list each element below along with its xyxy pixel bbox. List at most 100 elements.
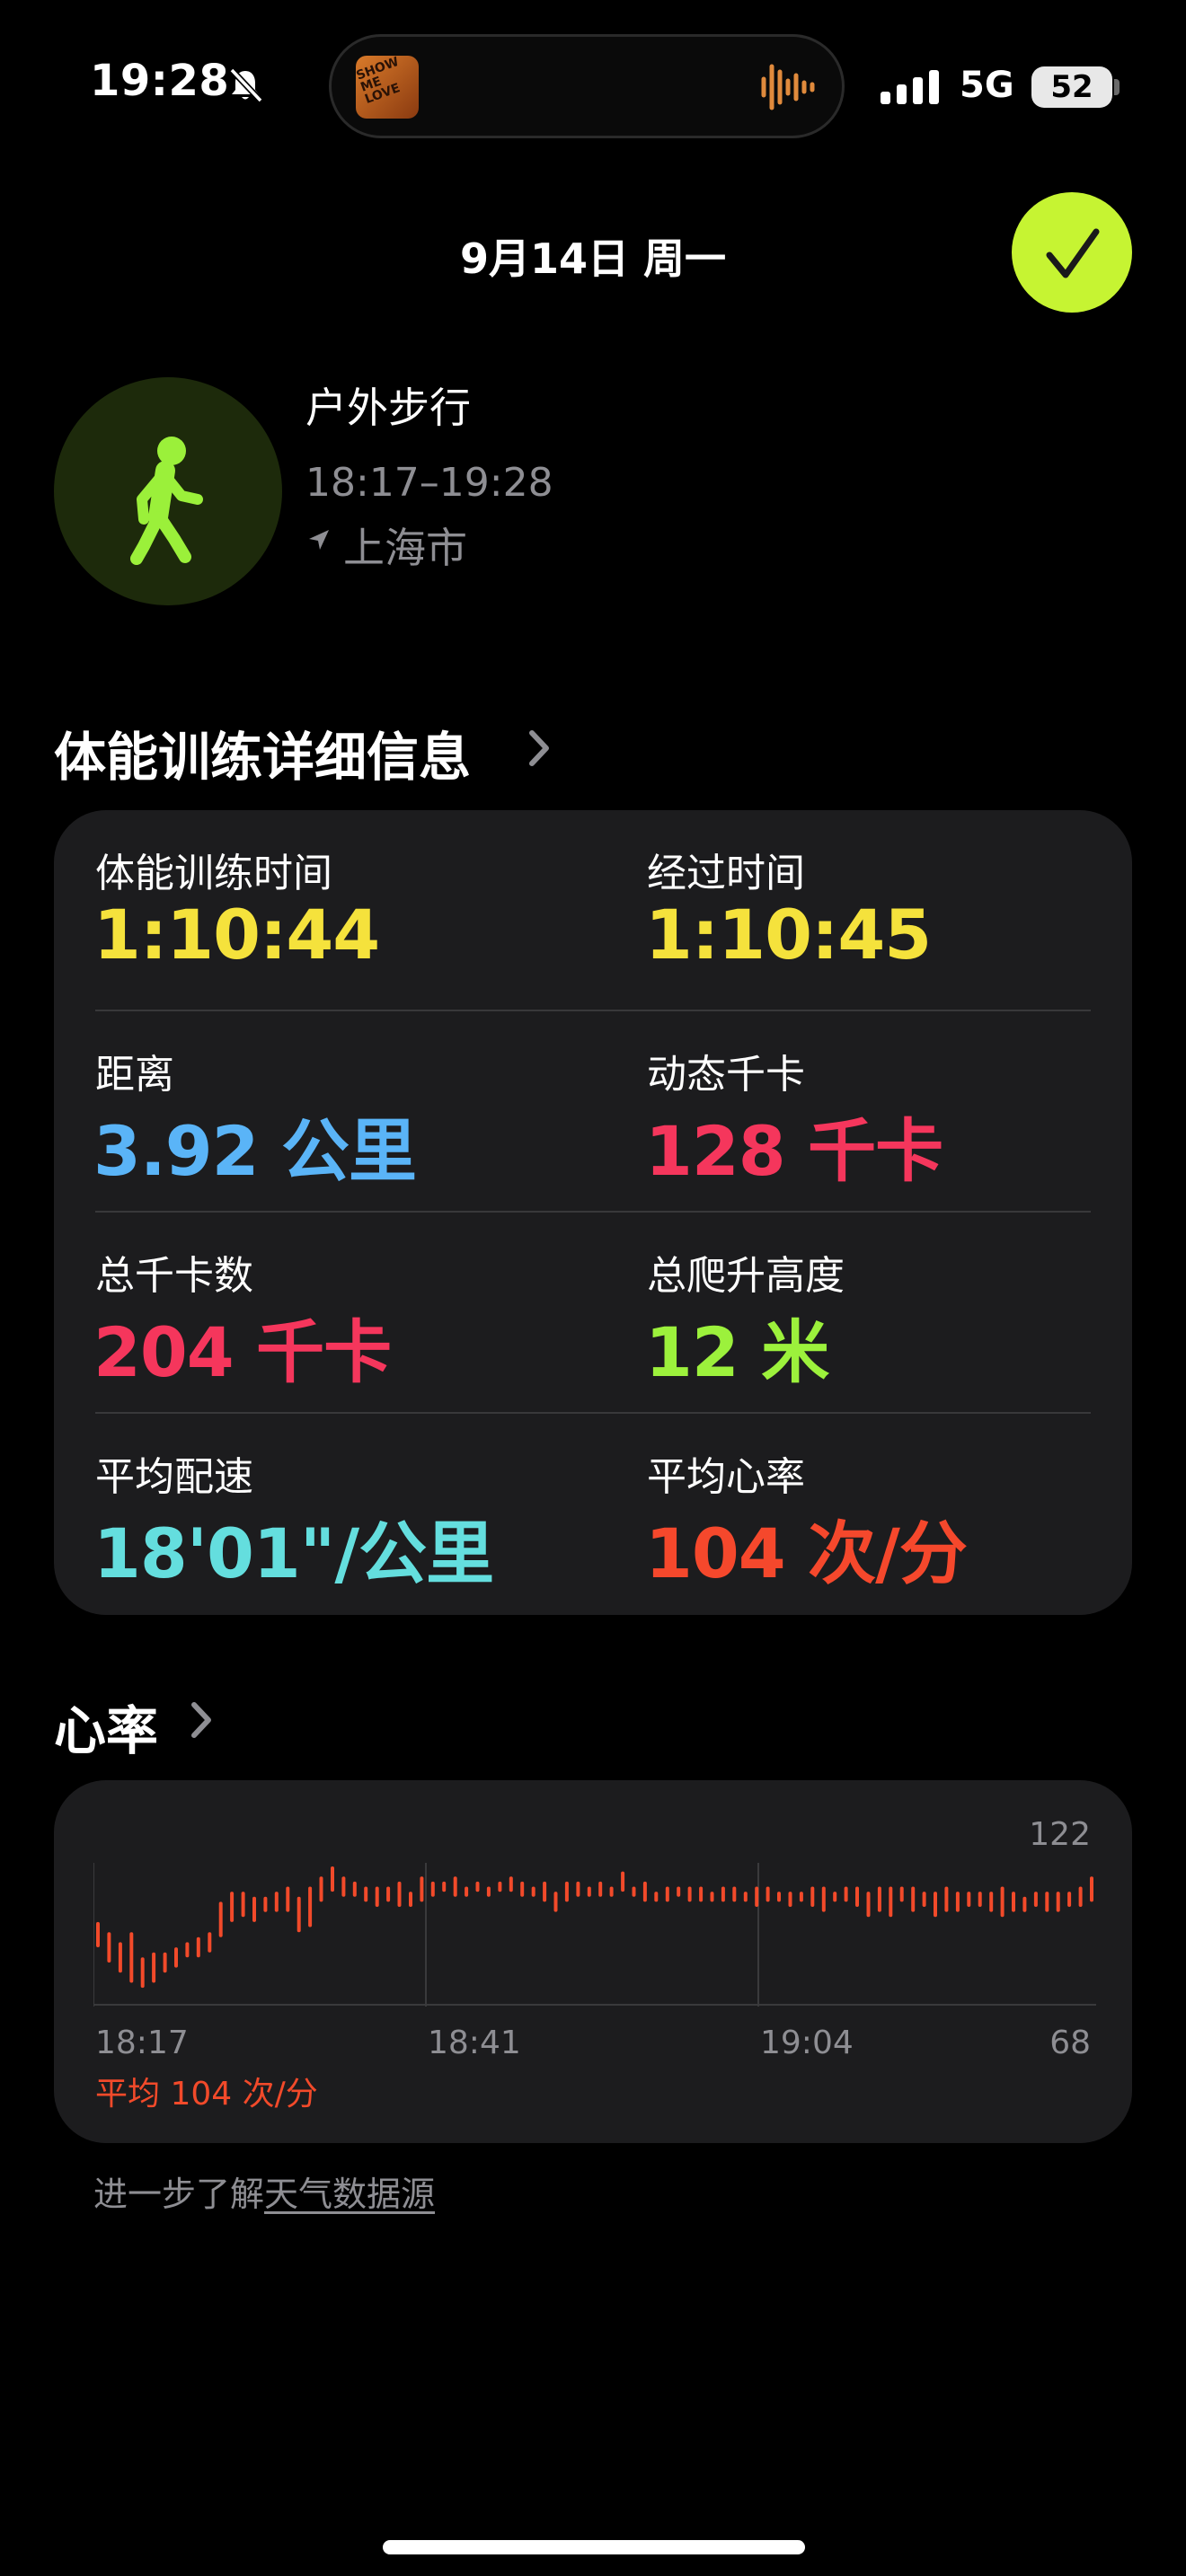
metric-label-active-kcal: 动态千卡 <box>647 1052 805 1098</box>
hr-bar <box>241 1892 245 1918</box>
metric-value-workout-time: 1:10:44 <box>93 895 380 975</box>
heart-rate-chart <box>93 1863 1096 2007</box>
hr-bar <box>654 1892 659 1902</box>
workout-location: 上海市 <box>343 524 467 572</box>
hr-bar <box>218 1901 223 1937</box>
hr-x-label: 18:17 <box>95 2025 189 2061</box>
metric-label-distance: 距离 <box>95 1052 174 1098</box>
hr-bar <box>409 1892 412 1907</box>
hr-bar <box>453 1876 457 1897</box>
hr-bar <box>677 1886 681 1897</box>
hr-bar <box>430 1881 435 1897</box>
hr-bar <box>710 1892 714 1902</box>
done-button[interactable] <box>1012 192 1132 313</box>
album-art[interactable]: SHOW ME LOVE <box>356 56 419 119</box>
metric-value-avg-heart-rate: 104 次/分 <box>645 1513 968 1593</box>
hr-bar <box>364 1886 368 1902</box>
hr-bar <box>163 1952 167 1973</box>
battery-tip <box>1114 79 1120 95</box>
chevron-right-icon[interactable] <box>187 1699 214 1741</box>
network-type: 5G <box>960 65 1014 106</box>
hr-bar <box>833 1892 837 1902</box>
details-section-title[interactable]: 体能训练详细信息 <box>54 715 471 790</box>
metric-value-elevation-gain: 12 米 <box>645 1312 829 1392</box>
heart-rate-card[interactable]: 122 18:17 18:41 19:04 68 平均 104 次/分 <box>54 1780 1132 2143</box>
divider <box>95 1010 1091 1011</box>
hr-bar <box>1000 1886 1005 1918</box>
hr-bar <box>196 1936 200 1958</box>
weather-source-prefix: 进一步了解 <box>93 2175 265 2214</box>
metric-label-avg-heart-rate: 平均心率 <box>647 1454 805 1500</box>
hr-bar <box>486 1886 491 1897</box>
hr-bar <box>319 1876 323 1902</box>
hr-bar <box>877 1886 881 1912</box>
metric-label-workout-time: 体能训练时间 <box>95 851 332 896</box>
hr-bar <box>922 1892 926 1907</box>
location-arrow-icon <box>309 530 329 550</box>
hr-bar <box>799 1892 803 1902</box>
hr-bar <box>732 1886 737 1902</box>
audio-waveform-icon <box>761 64 815 110</box>
hr-bar <box>375 1886 379 1907</box>
hr-bar <box>208 1932 212 1953</box>
silent-bell-icon <box>229 67 263 103</box>
hr-bar <box>1056 1892 1060 1912</box>
hr-bar <box>1022 1896 1027 1912</box>
hr-bar <box>465 1886 469 1897</box>
walking-figure-icon <box>130 437 203 565</box>
hr-bar <box>978 1892 982 1907</box>
hr-min-label: 68 <box>1049 2025 1091 2061</box>
hr-bar <box>397 1881 402 1907</box>
details-card: 体能训练时间 1:10:44 经过时间 1:10:45 距离 3.92 公里 动… <box>54 810 1132 1615</box>
metric-value-avg-pace: 18'01"/公里 <box>93 1513 494 1593</box>
metric-value-elapsed-time: 1:10:45 <box>645 895 932 975</box>
heart-rate-section-title[interactable]: 心率 <box>54 1689 158 1764</box>
hr-x-label: 18:41 <box>428 2025 521 2061</box>
hr-bar <box>331 1866 334 1892</box>
hr-bar <box>844 1886 848 1902</box>
hr-bar <box>520 1881 525 1897</box>
hr-bar <box>766 1886 770 1902</box>
metric-label-total-kcal: 总千卡数 <box>95 1253 253 1299</box>
weather-source-link[interactable]: 天气数据源 <box>264 2175 435 2214</box>
page-title: 9月14日 周一 <box>459 234 727 283</box>
hr-bar <box>1033 1892 1038 1907</box>
hr-bar <box>944 1886 949 1912</box>
hr-bar <box>296 1896 301 1933</box>
hr-bar <box>810 1886 815 1907</box>
hr-bar <box>665 1886 669 1902</box>
hr-bar <box>140 1957 145 1989</box>
hr-bar <box>1090 1876 1093 1902</box>
hr-bar <box>687 1886 692 1902</box>
cellular-signal-icon <box>881 70 939 104</box>
weather-source-note: 进一步了解天气数据源 <box>93 2166 435 2216</box>
hr-bar <box>185 1942 190 1958</box>
workout-time-range: 18:17–19:28 <box>305 460 553 506</box>
metric-label-elapsed-time: 经过时间 <box>647 851 805 896</box>
hr-bar <box>174 1947 178 1968</box>
workout-title: 户外步行 <box>305 384 471 432</box>
hr-bar <box>252 1896 256 1922</box>
metric-value-distance: 3.92 公里 <box>93 1111 417 1191</box>
hr-bar <box>96 1921 100 1947</box>
hr-bar <box>1045 1892 1049 1912</box>
hr-bar <box>855 1886 859 1907</box>
home-indicator[interactable] <box>383 2540 805 2554</box>
hr-bar <box>899 1886 904 1902</box>
hr-bar <box>107 1932 111 1963</box>
battery-icon: 52 <box>1031 66 1112 108</box>
hr-bar <box>263 1896 268 1912</box>
hr-bar <box>743 1892 748 1902</box>
hr-bar <box>621 1871 625 1892</box>
metric-label-elevation-gain: 总爬升高度 <box>647 1253 845 1299</box>
hr-bar <box>308 1886 313 1928</box>
hr-bar <box>576 1881 580 1897</box>
hr-bar <box>721 1886 725 1902</box>
hr-bar <box>509 1876 513 1892</box>
hr-bar <box>642 1881 647 1902</box>
hr-bar <box>118 1942 122 1973</box>
hr-bar <box>442 1881 447 1892</box>
hr-x-label: 19:04 <box>760 2025 854 2061</box>
chevron-right-icon[interactable] <box>525 728 552 769</box>
divider <box>95 1211 1091 1213</box>
